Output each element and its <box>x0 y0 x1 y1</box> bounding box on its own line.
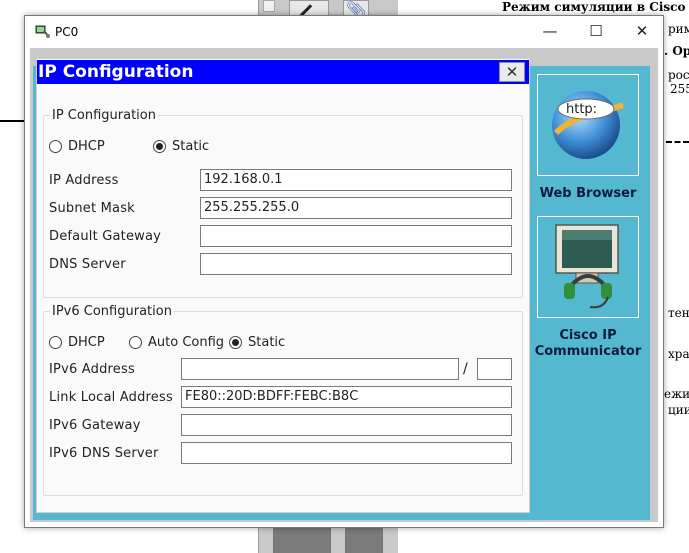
ipv4-dhcp-label: DHCP <box>68 139 105 154</box>
ipv6-address-label: IPv6 Address <box>49 362 135 377</box>
ip-communicator-icon <box>555 224 619 309</box>
ipv6-dhcp-radio[interactable]: DHCP <box>49 335 105 350</box>
link-local-address-label: Link Local Address <box>49 390 173 405</box>
toolbar-checkbox-icon <box>263 0 275 12</box>
background-doc-line: 255 <box>670 82 689 96</box>
ip-configuration-panel: IP Configuration ✕ IP Configuration DHCP… <box>36 58 530 513</box>
background-doc-line: ежим <box>664 387 689 401</box>
cisco-ip-communicator-app[interactable]: Cisco IP Communicator <box>534 216 642 360</box>
maximize-button[interactable]: ☐ <box>573 16 619 48</box>
ipv4-static-radio[interactable]: Static <box>153 139 209 154</box>
ip-address-label: IP Address <box>49 173 119 188</box>
ipv6-gateway-label: IPv6 Gateway <box>49 418 141 433</box>
ip-configuration-header: IP Configuration ✕ <box>37 60 529 84</box>
ipv6-dns-server-label: IPv6 DNS Server <box>49 446 159 461</box>
ipv6-gateway-input[interactable] <box>181 414 512 436</box>
cisco-ip-communicator-label-1: Cisco IP <box>559 328 617 343</box>
background-doc-line: рост <box>668 68 689 82</box>
ipv6-dns-server-input[interactable] <box>181 442 512 464</box>
radio-icon <box>129 336 142 349</box>
pc0-window: PC0 — ☐ ✕ http: Web Browser Cisco IP Com… <box>24 15 664 528</box>
ip-configuration-close-button[interactable]: ✕ <box>499 62 525 82</box>
ip-configuration-title: IP Configuration <box>38 62 194 82</box>
background-doc-line: тены <box>668 306 689 320</box>
background-doc-line: хран <box>668 347 689 361</box>
close-window-button[interactable]: ✕ <box>619 16 665 48</box>
dns-server-input[interactable] <box>200 253 512 275</box>
background-doc-line: рим <box>668 22 689 36</box>
default-gateway-label: Default Gateway <box>49 229 162 244</box>
web-browser-tile[interactable]: http: <box>537 74 639 176</box>
link-local-address-input[interactable]: FE80::20D:BDFF:FEBC:B8C <box>181 386 512 408</box>
ipv6-group-legend: IPv6 Configuration <box>52 304 172 319</box>
ip-address-input[interactable]: 192.168.0.1 <box>200 169 512 191</box>
prefix-separator: / <box>463 361 468 377</box>
default-gateway-input[interactable] <box>200 225 512 247</box>
radio-icon <box>49 336 62 349</box>
background-doc-line: ции <box>668 403 689 417</box>
window-titlebar[interactable]: PC0 — ☐ ✕ <box>25 16 663 48</box>
ipv6-static-radio[interactable]: Static <box>229 335 285 350</box>
ipv6-prefix-length-input[interactable] <box>477 358 512 380</box>
radio-selected-icon <box>229 336 242 349</box>
svg-text:http:: http: <box>566 102 597 117</box>
ipv4-static-label: Static <box>172 139 210 154</box>
radio-icon <box>49 140 62 153</box>
background-bottom-bar <box>258 528 398 553</box>
dns-server-label: DNS Server <box>49 257 126 272</box>
packet-tracer-app-icon <box>35 25 50 38</box>
subnet-mask-label: Subnet Mask <box>49 201 135 216</box>
window-title: PC0 <box>55 25 79 39</box>
background-doc-title: Режим симуляции в Cisco Pa <box>502 0 689 14</box>
web-browser-label: Web Browser <box>539 186 637 201</box>
ipv4-group-legend: IP Configuration <box>52 108 156 123</box>
ipv6-auto-config-radio[interactable]: Auto Config <box>129 335 224 350</box>
cisco-ip-communicator-tile[interactable] <box>537 216 639 318</box>
ipv4-dhcp-radio[interactable]: DHCP <box>49 139 105 154</box>
background-doc-line: . Ор <box>664 44 689 58</box>
web-browser-icon: http: <box>552 91 625 159</box>
ipv6-dhcp-label: DHCP <box>68 335 105 350</box>
ipv6-static-label: Static <box>248 335 286 350</box>
web-browser-app[interactable]: http: Web Browser <box>534 74 642 202</box>
window-client-area: http: Web Browser Cisco IP Communicator … <box>30 48 658 522</box>
cisco-ip-communicator-label-2: Communicator <box>534 344 642 359</box>
ipv6-auto-config-label: Auto Config <box>148 335 225 350</box>
background-dashed-rule <box>666 141 689 143</box>
minimize-button[interactable]: — <box>527 16 573 48</box>
ipv6-address-input[interactable] <box>181 358 459 380</box>
subnet-mask-input[interactable]: 255.255.255.0 <box>200 197 512 219</box>
radio-selected-icon <box>153 140 166 153</box>
